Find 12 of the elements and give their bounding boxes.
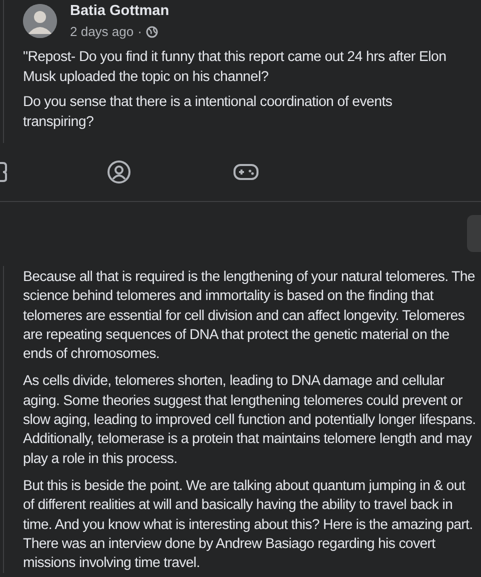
post-paragraph: "Repost- Do you find it funny that this report came out 24 hrs after Elon Musk uploaded the topic on his channel? xyxy=(23,48,448,86)
author-name[interactable]: Batia Gottman xyxy=(70,2,170,20)
message-paragraph: As cells divide, telomeres shorten, leading to DNA damage and cellular aging. Some theories suggest that lengthening telomeres could prevent or slow aging, leading to improved cell function and potentially longer lifespans. Additionally, telomerase is a protein that maintains telomere length and may play a role in this process. xyxy=(23,372,477,469)
profile-icon[interactable] xyxy=(107,160,131,184)
separator: · xyxy=(138,24,142,40)
avatar[interactable] xyxy=(23,4,57,38)
message-paragraph: Because all that is required is the lengthening of your natural telomeres. The science behind telomeres and immortality is based on the finding that telomeres are essential for cell division and can affect longevity. Telomeres are repeating sequences of DNA that protect the genetic material on the ends of chromosomes. xyxy=(23,268,476,364)
globe-icon xyxy=(146,26,158,38)
message-paragraph: But this is beside the point. We are talking about quantum jumping in & out of different realities at will and basically having the ability to travel back in time. And you know what is interesting about this? Here is the amazing part. There was an interview done by Andrew Basiago regarding his covert missions involving time travel. xyxy=(23,476,474,574)
post-time[interactable]: 2 days ago xyxy=(70,24,134,40)
post-paragraph: Do you sense that there is a intentional coordination of events transpiring? xyxy=(23,93,394,132)
gamepad-icon[interactable] xyxy=(233,162,259,182)
